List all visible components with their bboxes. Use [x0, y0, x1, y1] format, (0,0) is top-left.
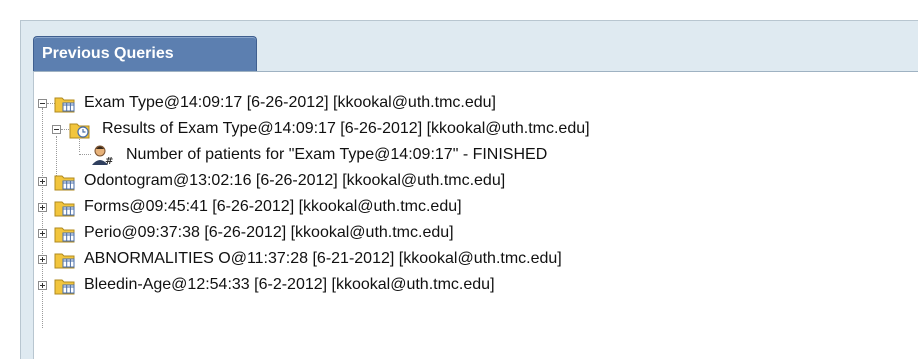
- tab-label: Previous Queries: [42, 45, 174, 62]
- query-folder-icon: [54, 275, 76, 304]
- collapse-toggle[interactable]: [38, 99, 47, 108]
- tab-previous-queries[interactable]: Previous Queries: [33, 36, 257, 72]
- tree-row[interactable]: ABNORMALITIES O@11:37:28 [6-21-2012] [kk…: [34, 246, 914, 272]
- query-tree: Exam Type@14:09:17 [6-26-2012] [kkookal@…: [34, 72, 918, 359]
- expand-toggle[interactable]: [38, 229, 47, 238]
- expand-toggle[interactable]: [38, 203, 47, 212]
- tree-row[interactable]: Results of Exam Type@14:09:17 [6-26-2012…: [34, 116, 914, 142]
- tree-item-label: Perio@09:37:38 [6-26-2012] [kkookal@uth.…: [84, 224, 454, 241]
- collapse-toggle[interactable]: [52, 125, 61, 134]
- expand-toggle[interactable]: [38, 281, 47, 290]
- tree-row[interactable]: Perio@09:37:38 [6-26-2012] [kkookal@uth.…: [34, 220, 914, 246]
- tree-item-label: Odontogram@13:02:16 [6-26-2012] [kkookal…: [84, 172, 506, 189]
- tree-row[interactable]: Exam Type@14:09:17 [6-26-2012] [kkookal@…: [34, 90, 914, 116]
- tree-item-label: Exam Type@14:09:17 [6-26-2012] [kkookal@…: [84, 94, 496, 111]
- tree-item-label: ABNORMALITIES O@11:37:28 [6-21-2012] [kk…: [84, 250, 562, 267]
- tree-row[interactable]: # Number of patients for "Exam Type@14:0…: [34, 142, 914, 168]
- expand-toggle[interactable]: [38, 255, 47, 264]
- expand-toggle[interactable]: [38, 177, 47, 186]
- svg-text:#: #: [105, 156, 113, 166]
- tree-item-label: Number of patients for "Exam Type@14:09:…: [126, 146, 548, 163]
- tree-row[interactable]: Bleedin-Age@12:54:33 [6-2-2012] [kkookal…: [34, 272, 914, 298]
- tree-item-label: Bleedin-Age@12:54:33 [6-2-2012] [kkookal…: [84, 276, 495, 293]
- top-margin: [0, 0, 918, 20]
- tree-row[interactable]: Forms@09:45:41 [6-26-2012] [kkookal@uth.…: [34, 194, 914, 220]
- tree-item-label: Forms@09:45:41 [6-26-2012] [kkookal@uth.…: [84, 198, 462, 215]
- tree-row[interactable]: Odontogram@13:02:16 [6-26-2012] [kkookal…: [34, 168, 914, 194]
- tree-item-label: Results of Exam Type@14:09:17 [6-26-2012…: [102, 120, 590, 137]
- previous-queries-tree-pane: Exam Type@14:09:17 [6-26-2012] [kkookal@…: [33, 71, 918, 359]
